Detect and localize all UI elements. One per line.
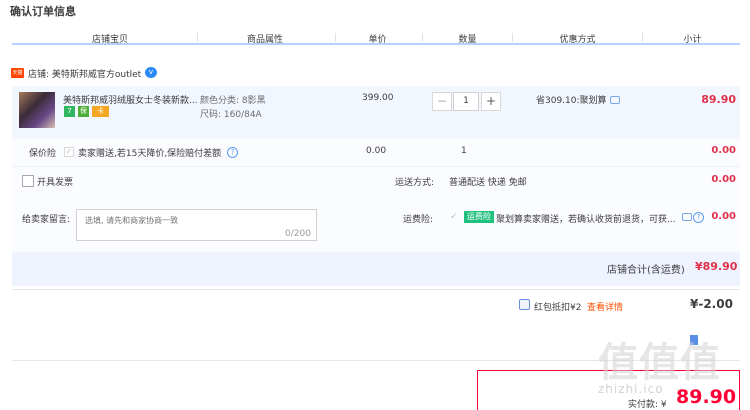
header-divider — [642, 33, 643, 42]
seller-message-label: 给卖家留言: — [22, 215, 71, 225]
discount-text: 省309.10:聚划算 — [536, 96, 607, 106]
row-divider — [12, 166, 740, 167]
invoice-label: 开具发票 — [37, 178, 74, 188]
seller-message-box — [76, 209, 317, 241]
header-underline — [12, 43, 740, 45]
shop-name-link[interactable]: 店铺: 美特斯邦威官方outlet — [28, 67, 141, 80]
seven-day-return-icon: 7 — [64, 106, 75, 117]
shop-total-label: 店铺合计(含运费) — [607, 265, 685, 276]
divider — [12, 289, 740, 290]
header-divider — [335, 33, 336, 42]
amount-payable-value: 89.90 — [676, 386, 737, 408]
insurance-subtotal: 0.00 — [711, 145, 736, 156]
product-title-link[interactable]: 美特斯邦威羽绒服女士冬装新款... — [63, 93, 198, 106]
freight-insurance-badge: 运费险 — [464, 211, 494, 223]
shipping-method-value: 普通配送 快递 免邮 — [449, 178, 527, 188]
shop-total-value: ¥89.90 — [695, 260, 738, 273]
header-divider — [422, 33, 423, 42]
price-protection-text: 卖家赠送,若15天降价,保险赔付差额 — [78, 149, 222, 159]
site-watermark-url: zhizhi.ico — [598, 382, 664, 396]
message-char-counter: 0/200 — [285, 229, 311, 239]
shipping-method-label: 运送方式: — [395, 178, 435, 188]
guarantee-icon: 保 — [78, 106, 89, 117]
chat-icon[interactable] — [682, 213, 692, 221]
quantity-input[interactable]: 1 — [453, 92, 479, 111]
red-packet-value: ¥-2.00 — [690, 297, 733, 311]
insurance-price: 0.00 — [366, 146, 387, 156]
freight-insurance-text: 聚划算卖家赠送，若确认收货前退货，可获... — [496, 215, 676, 225]
shop-verified-icon[interactable]: v — [145, 67, 157, 78]
shipping-subtotal: 0.00 — [711, 174, 736, 185]
site-watermark-logo: 值值值 — [598, 340, 721, 386]
product-thumbnail[interactable] — [19, 92, 55, 128]
amount-payable-label: 实付款: ¥ — [628, 400, 667, 410]
help-icon[interactable]: ? — [227, 147, 238, 158]
freight-insurance-subtotal: 0.00 — [711, 211, 736, 222]
price-protection-checkbox[interactable]: ✓ — [64, 147, 74, 157]
chat-icon[interactable] — [610, 96, 620, 104]
seller-message-input[interactable] — [77, 210, 316, 240]
red-packet-label: 红包抵扣¥2 — [534, 303, 582, 313]
product-color-attribute: 颜色分类: 8影黑 — [200, 96, 266, 106]
help-icon[interactable]: ? — [693, 212, 704, 223]
price-protection-label: 保价险 — [29, 149, 57, 159]
product-size-attribute: 尺码: 160/84A — [200, 110, 262, 120]
red-packet-checkbox[interactable] — [519, 299, 530, 310]
card-payment-icon: 卡 — [92, 106, 109, 117]
header-divider — [512, 33, 513, 42]
tmall-badge-icon: 天猫 — [11, 68, 24, 78]
unit-price: 399.00 — [362, 93, 394, 103]
item-subtotal: 89.90 — [701, 93, 736, 106]
page-title: 确认订单信息 — [10, 5, 76, 18]
freight-insurance-label: 运费险: — [403, 215, 434, 225]
quantity-increase-button[interactable]: + — [481, 92, 501, 111]
view-details-link[interactable]: 查看详情 — [587, 300, 623, 313]
insurance-quantity: 1 — [461, 146, 467, 156]
invoice-checkbox[interactable] — [22, 175, 34, 187]
header-divider — [197, 33, 198, 42]
freight-insurance-check-icon[interactable]: ✓ — [450, 212, 458, 222]
quantity-decrease-button[interactable]: − — [432, 92, 452, 111]
